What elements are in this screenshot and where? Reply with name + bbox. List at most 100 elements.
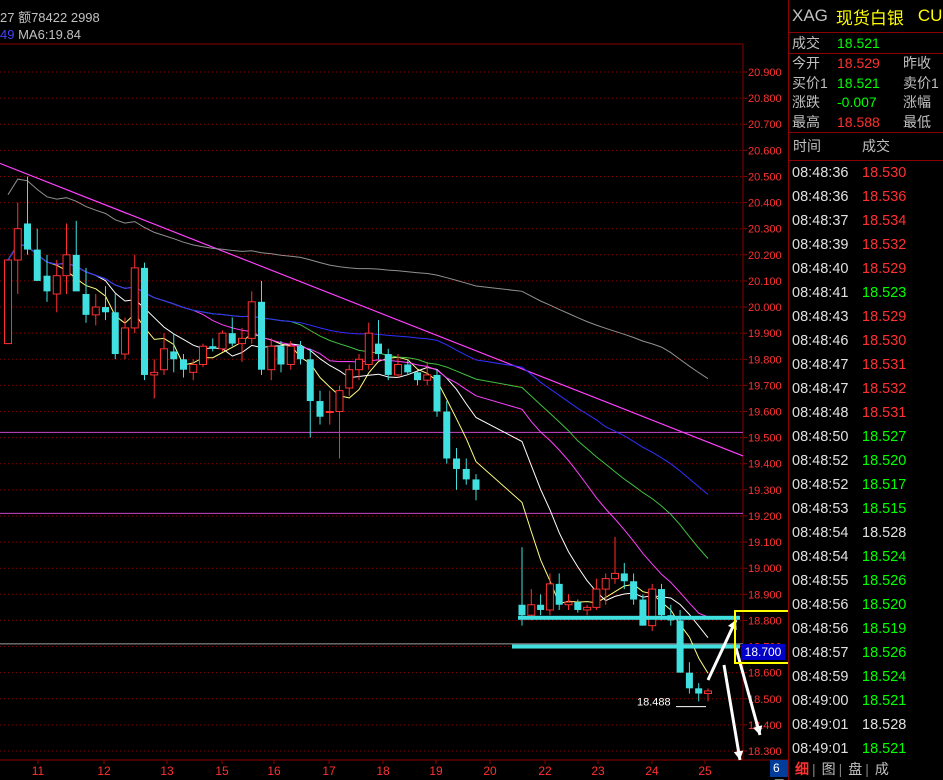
tick-price: 18.532 — [862, 380, 907, 397]
tick-time: 08:48:39 — [792, 236, 849, 253]
ma-line-green — [7, 243, 709, 559]
tab-trades[interactable]: 成 — [875, 759, 889, 779]
arrow-down-annotation-left — [722, 664, 742, 761]
ma-line-magenta — [7, 243, 709, 618]
support-bar-lower — [512, 644, 740, 649]
y-axis-label: 20.400 — [748, 198, 782, 210]
quote-value: 18.521 — [837, 74, 880, 91]
tick-time: 08:49:01 — [792, 740, 849, 757]
support-bar-upper — [518, 615, 740, 620]
candle-body-up — [601, 578, 610, 590]
period-week-label[interactable]: 6周 — [770, 760, 788, 780]
quote-value: -0.007 — [837, 94, 877, 111]
y-axis-label: 19.500 — [748, 433, 782, 445]
candle-body-down — [277, 346, 285, 365]
candle-body-down — [685, 672, 693, 689]
y-axis-label: 19.900 — [748, 328, 782, 340]
tick-price: 18.523 — [862, 284, 907, 301]
tick-price: 18.528 — [862, 524, 907, 541]
kline-chart-svg[interactable]: 20.900 20.800 20.700 20.600 20.500 20.400 20.3… — [0, 0, 788, 780]
tick-row: 08:48:47 18.531 — [789, 353, 943, 377]
tick-price: 18.529 — [862, 260, 907, 277]
tick-row: 08:48:41 18.523 — [789, 281, 943, 305]
tick-row: 08:48:37 18.534 — [789, 209, 943, 233]
y-axis-label: 19.000 — [748, 563, 782, 575]
tick-time: 08:48:50 — [792, 428, 849, 445]
tick-row: 08:48:36 18.536 — [789, 185, 943, 209]
tab-book[interactable]: 盘 — [848, 759, 862, 779]
tab-chart[interactable]: 图 — [822, 759, 836, 779]
tick-price: 18.531 — [862, 356, 907, 373]
tick-row: 08:48:54 18.524 — [789, 545, 943, 569]
candle-body-up — [218, 332, 227, 350]
tick-price: 18.515 — [862, 500, 907, 517]
y-axis-label: 19.800 — [748, 354, 782, 366]
candle-body-down — [453, 458, 460, 469]
tick-row: 08:48:39 18.532 — [789, 233, 943, 257]
tick-price: 18.530 — [862, 164, 907, 181]
tick-row: 08:48:59 18.524 — [789, 665, 943, 689]
tick-row: 08:48:48 18.531 — [789, 401, 943, 425]
tick-price: 18.530 — [862, 332, 907, 349]
candle-body-up — [91, 306, 100, 316]
candle-body-down — [639, 599, 647, 626]
candle-body-up — [364, 332, 373, 365]
tick-row: 08:48:55 18.526 — [789, 569, 943, 593]
tick-row: 08:48:53 18.515 — [789, 497, 943, 521]
current-price-label: 18.700 — [745, 645, 782, 659]
tick-price: 18.524 — [862, 668, 907, 685]
quote-key2: 卖价1 — [903, 74, 939, 91]
quote-value: 18.529 — [837, 55, 880, 72]
tab-separator: | — [812, 761, 816, 777]
candle-body-up — [583, 606, 592, 611]
x-axis-label: 24 — [645, 764, 659, 778]
tab-detail[interactable]: 细 — [795, 759, 809, 779]
candle-body-down — [102, 307, 109, 313]
quote-value: 18.521 — [837, 34, 880, 51]
x-axis-label: 15 — [215, 764, 229, 778]
tick-time: 08:49:01 — [792, 716, 849, 733]
tick-price: 18.526 — [862, 644, 907, 661]
candle-body-down — [180, 359, 187, 370]
tick-price: 18.527 — [862, 428, 907, 445]
candle-body-down — [316, 401, 324, 417]
x-axis-label: 20 — [483, 764, 497, 778]
candle-body-down — [537, 604, 545, 610]
candle-body-up — [345, 369, 354, 389]
candle-body-down — [258, 301, 265, 370]
tick-time: 08:48:59 — [792, 668, 849, 685]
tick-row: 08:48:52 18.517 — [789, 473, 943, 497]
y-axis-label: 19.700 — [748, 380, 782, 392]
tick-price: 18.532 — [862, 236, 907, 253]
candle-body-up — [13, 228, 22, 261]
x-axis-label: 22 — [538, 764, 552, 778]
y-axis-label: 20.000 — [748, 302, 782, 314]
tick-price: 18.526 — [862, 572, 907, 589]
tick-row: 08:49:01 18.528 — [789, 713, 943, 737]
candle-body-up — [189, 363, 198, 373]
ticks-header-time: 时间 — [793, 138, 821, 154]
quote-row-bid: 买价1 18.521 卖价1 — [789, 73, 943, 93]
candle-body-down — [170, 351, 178, 360]
y-axis-label: 19.600 — [748, 407, 782, 419]
kline-chart[interactable]: 20.900 20.800 20.700 20.600 20.500 20.400 20.3… — [0, 0, 788, 780]
symbol-code: XAG — [792, 6, 828, 25]
ma-line-yellow — [7, 243, 709, 674]
tick-price: 18.528 — [862, 716, 907, 733]
candle-body-up — [704, 690, 712, 695]
candle-body-down — [209, 346, 217, 349]
tick-time: 08:48:41 — [792, 284, 849, 301]
tick-price: 18.517 — [862, 476, 907, 493]
quote-row-open: 今开 18.529 昨收 — [789, 54, 943, 74]
candle-body-down — [375, 343, 382, 355]
tick-row: 08:48:50 18.527 — [789, 425, 943, 449]
candle-body-down — [695, 688, 703, 694]
candle-body-down — [574, 602, 582, 610]
candle-body-up — [52, 275, 61, 295]
tick-row: 08:48:40 18.529 — [789, 257, 943, 281]
ticks-list[interactable]: 08:48:36 18.530 08:48:36 18.536 08:48:37 18.5… — [789, 161, 943, 761]
bottom-tabs: 细 | 图 | 盘 | 成 — [789, 758, 943, 780]
tick-price: 18.520 — [862, 596, 907, 613]
tick-time: 08:48:56 — [792, 596, 849, 613]
tab-separator: | — [838, 761, 843, 777]
